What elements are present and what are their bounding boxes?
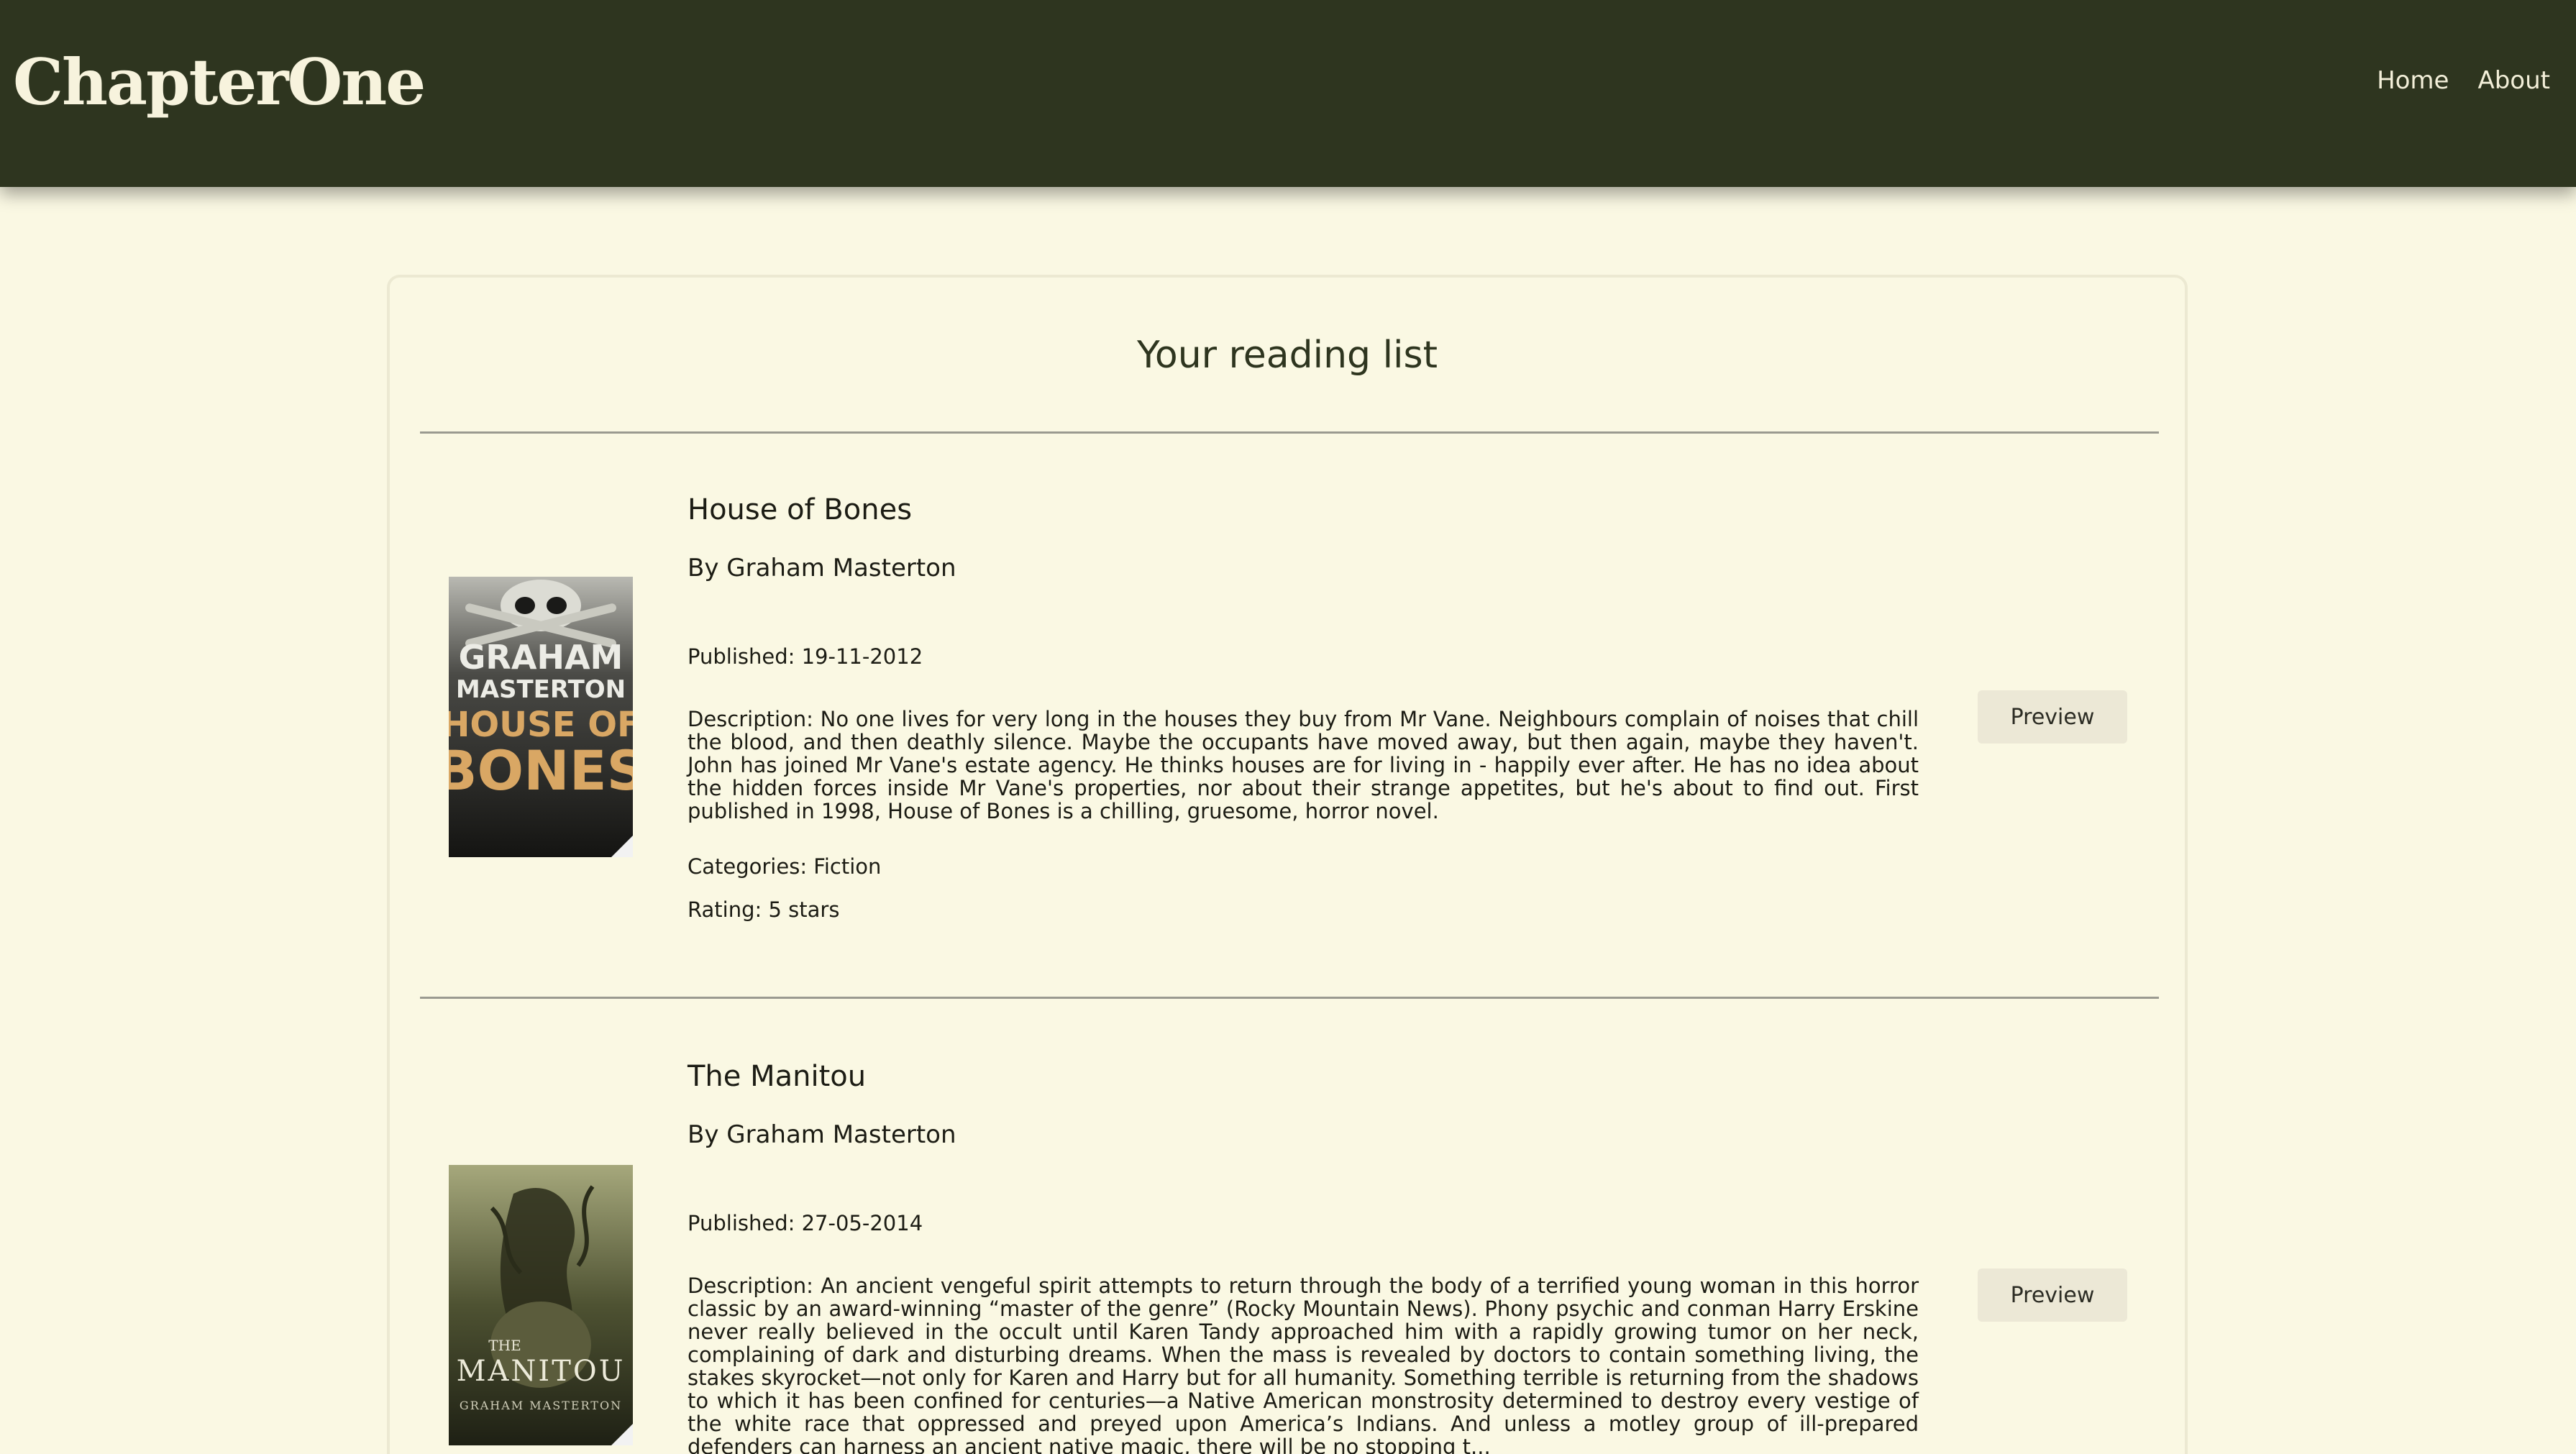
site-header: ChapterOne Home About [0,0,2576,187]
svg-text:GRAHAM: GRAHAM [459,638,624,677]
book-title[interactable]: House of Bones [688,493,912,526]
book-description: Description: An ancient vengeful spirit … [688,1274,1919,1454]
reading-list-card: Your reading list GRAHAM MASTERTON HOUSE… [387,275,2188,1454]
book-author: By Graham Masterton [688,1120,956,1149]
nav-home-link[interactable]: Home [2377,66,2449,95]
book-cover-image: GRAHAM MASTERTON HOUSE OF BONES [449,577,633,857]
book-title[interactable]: The Manitou [688,1060,866,1093]
book-author: By Graham Masterton [688,554,956,582]
house-of-bones-cover: GRAHAM MASTERTON HOUSE OF BONES [449,577,633,857]
book-cover-image: THE MANITOU GRAHAM MASTERTON [449,1165,633,1445]
divider [420,431,2159,434]
the-manitou-cover: THE MANITOU GRAHAM MASTERTON [449,1165,633,1445]
book-categories: Categories: Fiction [688,854,882,879]
svg-text:MANITOU: MANITOU [457,1355,626,1388]
preview-button[interactable]: Preview [1978,690,2127,744]
divider [420,997,2159,999]
site-logo[interactable]: ChapterOne [13,45,426,119]
svg-text:THE: THE [488,1337,521,1354]
page-title: Your reading list [1137,334,1438,377]
book-published-date: Published: 27-05-2014 [688,1211,923,1235]
nav-about-link[interactable]: About [2477,66,2550,95]
preview-button[interactable]: Preview [1978,1268,2127,1322]
svg-text:BONES: BONES [449,739,633,803]
book-description: Description: No one lives for very long … [688,707,1919,823]
main-nav: Home About [2377,66,2550,95]
svg-text:MASTERTON: MASTERTON [456,675,626,704]
book-rating: Rating: 5 stars [688,897,840,922]
book-published-date: Published: 19-11-2012 [688,644,923,669]
svg-text:GRAHAM MASTERTON: GRAHAM MASTERTON [460,1399,622,1412]
